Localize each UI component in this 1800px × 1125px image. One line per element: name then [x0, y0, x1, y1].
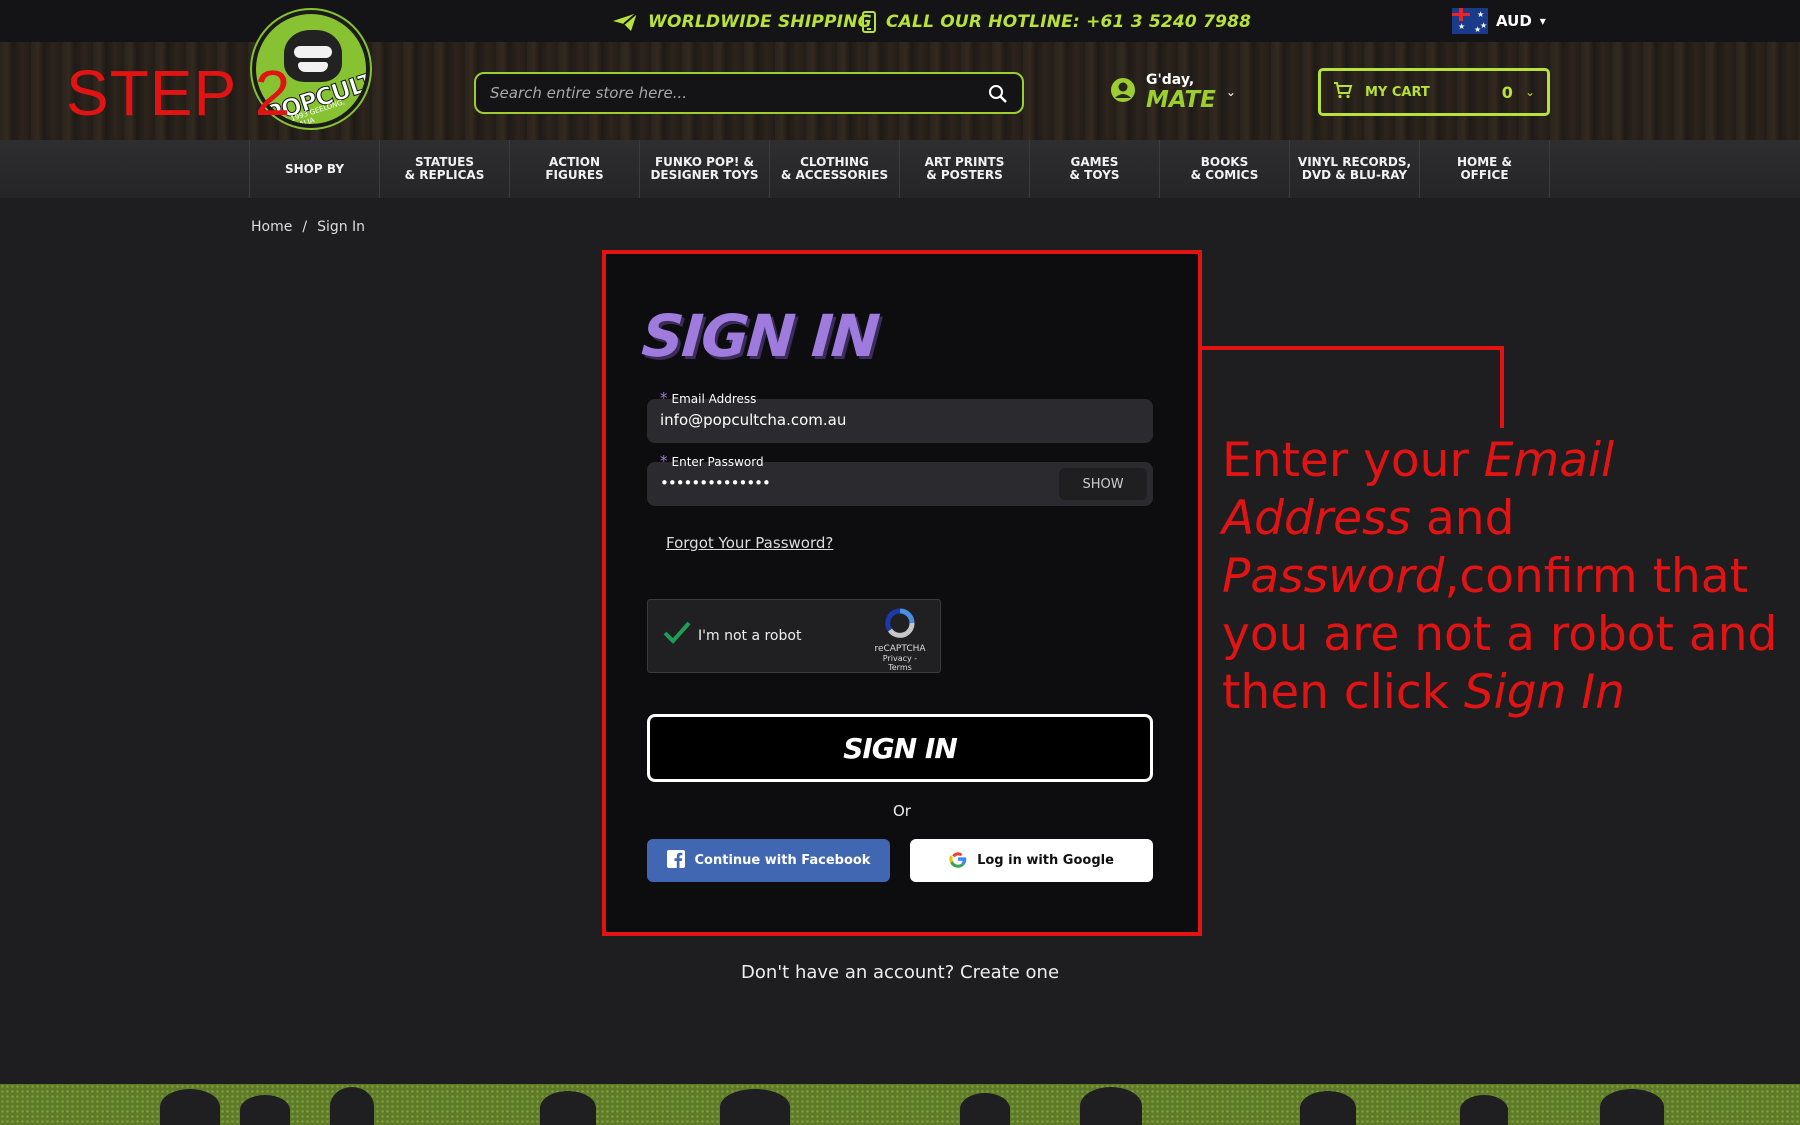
- password-label: * Enter Password: [660, 452, 764, 470]
- nav-item-vinyl[interactable]: VINYL RECORDS, DVD & BLU-RAY: [1290, 140, 1420, 198]
- nav-item-home-office[interactable]: HOME & OFFICE: [1420, 140, 1550, 198]
- recaptcha-widget: I'm not a robot reCAPTCHA Privacy - Term…: [647, 599, 941, 673]
- step-label: STEP 2: [66, 57, 292, 129]
- cart-label: MY CART: [1365, 84, 1430, 100]
- recaptcha-brand: reCAPTCHA: [874, 644, 926, 654]
- nav-item-books[interactable]: BOOKS & COMICS: [1160, 140, 1290, 198]
- gorilla-mascot-icon: [284, 30, 342, 82]
- chevron-down-icon: ⌄: [1225, 85, 1236, 99]
- breadcrumb-home[interactable]: Home: [251, 219, 292, 235]
- greeting-text: G'day,: [1146, 72, 1195, 88]
- search-input[interactable]: [476, 74, 1022, 112]
- annotation-part: Enter your: [1222, 433, 1484, 488]
- facebook-icon: [666, 849, 685, 872]
- or-divider: Or: [893, 802, 911, 820]
- page-title: SIGN IN: [639, 302, 881, 370]
- email-label: * Email Address: [660, 389, 756, 407]
- nav-item-clothing[interactable]: CLOTHING & ACCESSORIES: [770, 140, 900, 198]
- hotline-text: CALL OUR HOTLINE: +61 3 5240 7988: [886, 12, 1252, 32]
- cart-button[interactable]: MY CART 0 ⌄: [1318, 68, 1550, 116]
- email-input[interactable]: [660, 411, 1060, 429]
- breadcrumb-separator: /: [302, 219, 308, 235]
- breadcrumb-current: Sign In: [317, 219, 366, 235]
- australia-flag-icon: ★ ★ ★ ★: [1452, 8, 1488, 34]
- shipping-text: WORLDWIDE SHIPPING: [648, 12, 872, 32]
- main-nav: SHOP BY STATUES & REPLICAS ACTION FIGURE…: [0, 140, 1800, 198]
- captcha-label: I'm not a robot: [698, 628, 802, 644]
- password-input[interactable]: [660, 474, 1060, 492]
- facebook-login-button[interactable]: Continue with Facebook: [647, 839, 890, 882]
- user-icon: [1110, 77, 1136, 107]
- chevron-down-icon: ⌄: [1524, 85, 1535, 99]
- annotation-emphasis: Sign In: [1463, 665, 1625, 720]
- show-password-button[interactable]: SHOW: [1059, 468, 1147, 500]
- hotline-promo[interactable]: CALL OUR HOTLINE: +61 3 5240 7988: [862, 10, 1251, 34]
- nav-item-shop-by[interactable]: SHOP BY: [250, 140, 380, 198]
- chevron-down-icon: ▾: [1539, 14, 1546, 28]
- recaptcha-links[interactable]: Privacy - Terms: [870, 654, 930, 672]
- cart-count: 0: [1501, 82, 1513, 102]
- create-account-link[interactable]: Create one: [960, 962, 1059, 983]
- required-mark: *: [660, 389, 668, 407]
- account-menu[interactable]: G'day, MATE ⌄: [1110, 72, 1236, 112]
- nav-item-art-prints[interactable]: ART PRINTS & POSTERS: [900, 140, 1030, 198]
- paper-plane-icon: [612, 12, 638, 32]
- search-bar: [474, 72, 1024, 114]
- captcha-checkbox-checked-icon[interactable]: [662, 620, 692, 650]
- required-mark: *: [660, 452, 668, 470]
- password-field: *Enter Password SHOW: [647, 452, 1153, 506]
- worldwide-shipping-promo: WORLDWIDE SHIPPING: [612, 10, 872, 34]
- instruction-annotation: Enter your Email Address and Password,co…: [1222, 432, 1792, 722]
- create-account-prompt: Don't have an account? Create one: [600, 962, 1200, 983]
- facebook-button-label: Continue with Facebook: [694, 853, 871, 868]
- annotation-part: and: [1411, 491, 1515, 546]
- annotation-connector-horizontal: [1202, 346, 1504, 350]
- nav-item-funko[interactable]: FUNKO POP! & DESIGNER TOYS: [640, 140, 770, 198]
- google-login-button[interactable]: Log in with Google: [910, 839, 1153, 882]
- nav-item-games[interactable]: GAMES & TOYS: [1030, 140, 1160, 198]
- create-account-text: Don't have an account?: [740, 962, 955, 983]
- breadcrumb: Home / Sign In: [251, 219, 365, 235]
- recaptcha-logo: reCAPTCHA Privacy - Terms: [870, 608, 930, 672]
- footer-decoration: [0, 1084, 1800, 1125]
- nav-item-statues[interactable]: STATUES & REPLICAS: [380, 140, 510, 198]
- annotation-emphasis: Password: [1222, 549, 1445, 604]
- forgot-password-link[interactable]: Forgot Your Password?: [666, 534, 833, 552]
- email-field: * Email Address: [647, 389, 1153, 443]
- password-label-text: Enter Password: [671, 455, 764, 469]
- nav-items: SHOP BY STATUES & REPLICAS ACTION FIGURE…: [249, 140, 1550, 198]
- currency-selector[interactable]: ★ ★ ★ ★ AUD ▾: [1452, 8, 1546, 34]
- sign-in-button[interactable]: SIGN IN: [647, 714, 1153, 782]
- email-label-text: Email Address: [671, 392, 757, 406]
- nav-item-action-figures[interactable]: ACTION FIGURES: [510, 140, 640, 198]
- phone-icon: [862, 11, 876, 33]
- signin-panel: SIGN IN *Email Address *Enter Password S…: [602, 250, 1202, 936]
- google-button-label: Log in with Google: [977, 853, 1114, 868]
- user-name: MATE: [1146, 87, 1216, 113]
- search-icon[interactable]: [988, 84, 1008, 108]
- recaptcha-icon: [884, 608, 916, 642]
- annotation-connector-vertical: [1500, 346, 1504, 428]
- cart-icon: [1333, 81, 1353, 103]
- currency-label: AUD: [1496, 12, 1532, 30]
- google-icon: [949, 850, 967, 872]
